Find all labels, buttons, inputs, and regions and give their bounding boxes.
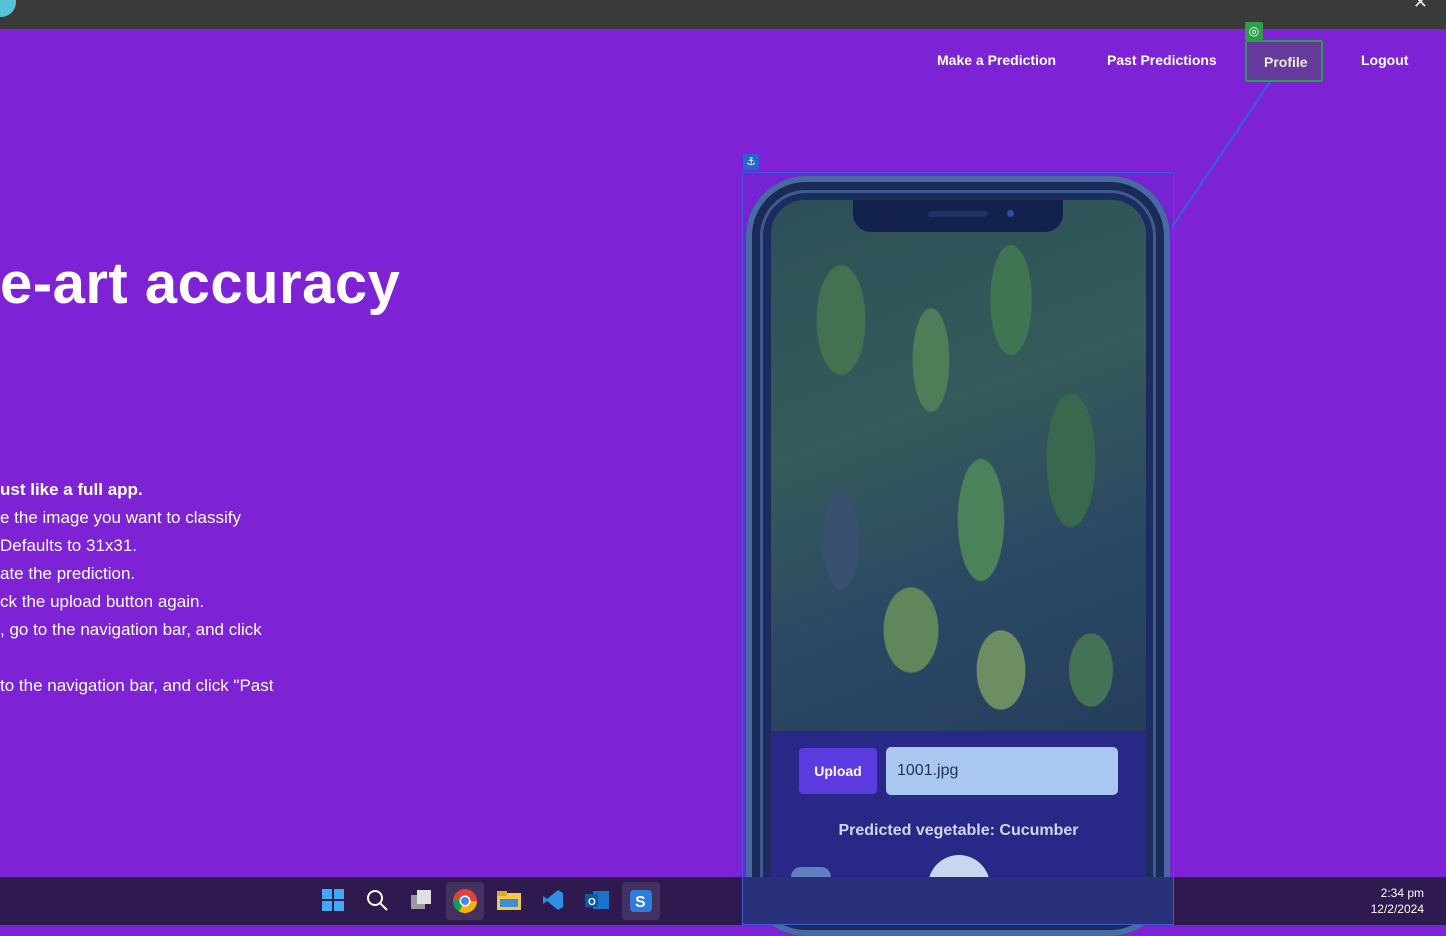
camera-icon xyxy=(1007,210,1014,217)
file-explorer-icon[interactable] xyxy=(496,887,522,913)
app-s-icon[interactable]: S xyxy=(622,882,660,920)
instruction-line: Defaults to 31x31. xyxy=(0,536,138,555)
system-clock[interactable]: 2:34 pm 12/2/2024 xyxy=(1371,885,1424,917)
hero-title: e-art accuracy xyxy=(0,251,401,316)
file-name-field[interactable]: 1001.jpg xyxy=(886,747,1118,795)
chrome-icon[interactable] xyxy=(446,882,484,920)
instruction-line: ate the prediction. xyxy=(0,564,136,583)
selection-frame-bottom xyxy=(742,877,1174,925)
instruction-line: to the navigation bar, and click "Past xyxy=(0,676,274,695)
close-icon[interactable]: ✕ xyxy=(1413,0,1428,13)
search-icon[interactable] xyxy=(364,887,390,913)
nav-profile[interactable]: Profile xyxy=(1264,54,1308,70)
navigation-bar: Make a Prediction Past Predictions Logou… xyxy=(0,52,1446,72)
prediction-result: Predicted vegetable: Cucumber xyxy=(838,822,1079,839)
windows-start-icon[interactable] xyxy=(320,887,346,913)
svg-text:S: S xyxy=(635,894,646,911)
anchor-icon[interactable]: ⚓ xyxy=(743,154,759,170)
upload-button[interactable]: Upload xyxy=(799,748,877,794)
task-view-icon[interactable] xyxy=(408,887,434,913)
profile-avatar-icon[interactable] xyxy=(0,0,16,17)
nav-logout[interactable]: Logout xyxy=(1361,52,1408,68)
svg-text:O: O xyxy=(588,897,596,908)
clock-time: 2:34 pm xyxy=(1380,886,1424,900)
instruction-line: e the image you want to classify xyxy=(0,508,241,527)
instruction-line: , go to the navigation bar, and click xyxy=(0,620,262,639)
taskbar xyxy=(0,877,1446,925)
phone-screen xyxy=(771,200,1146,900)
vscode-icon[interactable] xyxy=(540,887,566,913)
image-tint xyxy=(771,200,1146,731)
outlook-icon[interactable]: O xyxy=(584,887,610,913)
nav-make-prediction[interactable]: Make a Prediction xyxy=(937,52,1056,68)
instruction-line: ck the upload button again. xyxy=(0,592,205,611)
nav-past-predictions[interactable]: Past Predictions xyxy=(1107,52,1217,68)
phone-notch xyxy=(853,200,1063,232)
connector-line xyxy=(1171,81,1271,228)
clock-date: 12/2/2024 xyxy=(1370,902,1424,916)
speaker-icon xyxy=(928,211,988,217)
target-icon[interactable]: ◎ xyxy=(1245,22,1263,40)
instruction-line: ust like a full app. xyxy=(0,480,143,499)
browser-top-bar: ✕ xyxy=(0,0,1446,29)
